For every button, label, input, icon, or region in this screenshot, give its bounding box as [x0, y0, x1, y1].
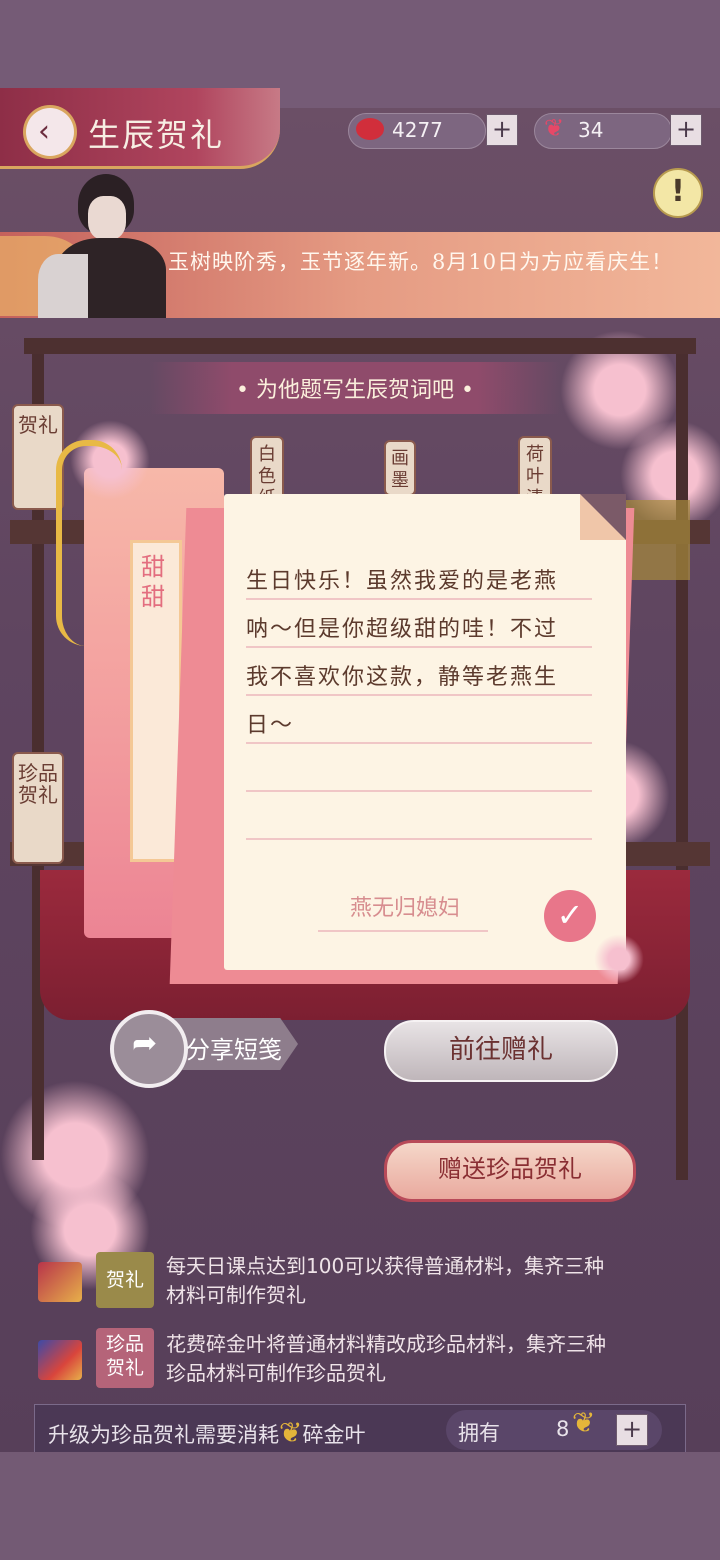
- tag-premium-gift[interactable]: 珍品贺礼: [12, 752, 64, 864]
- send-premium-gift-button[interactable]: 赠送珍品贺礼: [384, 1140, 636, 1202]
- owned-value: 8: [556, 1417, 570, 1441]
- badge-gift: 贺礼: [96, 1252, 154, 1308]
- gift-box-icon: [38, 1262, 82, 1302]
- upgrade-cost-text: 升级为珍品贺礼需要消耗❦碎金叶: [48, 1416, 366, 1449]
- add-red-currency-button[interactable]: +: [486, 114, 518, 146]
- currency-butterfly-value: 34: [578, 118, 604, 142]
- badge-premium-gift: 珍品贺礼: [96, 1328, 154, 1388]
- character-portrait: [38, 174, 178, 318]
- chevron-left-icon: ‹: [38, 114, 50, 149]
- sakura-icon: [594, 934, 644, 984]
- gold-leaf-icon: ❦: [279, 1416, 303, 1449]
- info-row1-line1: 每天日课点达到100可以获得普通材料，集齐三种: [166, 1254, 605, 1278]
- info-row2-line1: 花费碎金叶将普通材料精改成珍品材料，集齐三种: [166, 1332, 606, 1356]
- back-button[interactable]: ‹: [26, 108, 74, 156]
- paper-rule: [246, 598, 592, 600]
- share-button-label[interactable]: 分享短笺: [186, 1030, 282, 1065]
- bottom-letterbox: [0, 1452, 720, 1560]
- gold-leaf-icon: ❦: [572, 1406, 596, 1439]
- add-gold-leaf-button[interactable]: +: [616, 1414, 648, 1446]
- letter-heading: • 为他题写生辰贺词吧 •: [236, 378, 474, 403]
- paper-rule: [246, 838, 592, 840]
- info-row2-line2: 珍品材料可制作珍品贺礼: [166, 1361, 386, 1385]
- shelf-label-ink: 画墨: [384, 440, 416, 496]
- confirm-check-button[interactable]: ✓: [544, 890, 596, 942]
- shelf-post-right: [676, 340, 688, 1180]
- message-line-2: 呐～但是你超级甜的哇！不过: [246, 617, 559, 642]
- page-title: 生辰贺礼: [88, 116, 225, 154]
- signature-rule: [318, 930, 488, 932]
- red-bean-icon: [356, 118, 384, 140]
- butterfly-icon: ❦: [544, 114, 565, 142]
- add-butterfly-currency-button[interactable]: +: [670, 114, 702, 146]
- message-line-4: 日～: [246, 713, 295, 738]
- paper-fold: [580, 494, 626, 540]
- info-row1-line2: 材料可制作贺礼: [166, 1283, 306, 1307]
- premium-gift-box-icon: [38, 1340, 82, 1380]
- shelf-beam-top: [24, 338, 696, 354]
- goto-gift-button[interactable]: 前往赠礼: [384, 1020, 618, 1082]
- banner-text: 玉树映阶秀，玉节逐年新。8月10日为方应看庆生！: [168, 250, 674, 274]
- message-line-1: 生日快乐！虽然我爱的是老燕: [246, 569, 559, 594]
- currency-red-value: 4277: [392, 118, 443, 142]
- message-line-3: 我不喜欢你这款，静等老燕生: [246, 665, 559, 690]
- alert-icon[interactable]: !: [653, 168, 703, 218]
- share-icon[interactable]: ➦: [132, 1026, 157, 1061]
- signature[interactable]: 燕无归媳妇: [320, 890, 490, 922]
- gold-tassel-decoration: [56, 440, 122, 646]
- paper-rule: [246, 790, 592, 792]
- recipient-name: 甜甜: [141, 553, 165, 611]
- owned-label: 拥有: [458, 1421, 500, 1445]
- paper-rule: [246, 694, 592, 696]
- paper-rule: [246, 742, 592, 744]
- paper-rule: [246, 646, 592, 648]
